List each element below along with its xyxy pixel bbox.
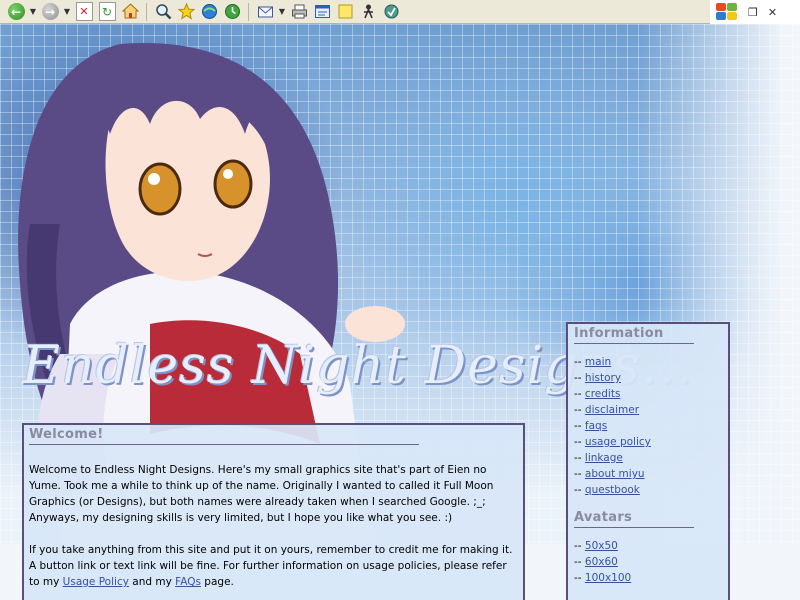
- nav-link-linkage[interactable]: linkage: [585, 452, 623, 464]
- refresh-icon: ↻: [98, 2, 116, 21]
- back-button[interactable]: ←: [6, 2, 26, 22]
- credit-text: page.: [200, 576, 234, 588]
- back-dropdown[interactable]: ▼: [29, 7, 37, 16]
- nav-link-about-miyu[interactable]: about miyu: [585, 468, 645, 480]
- nav-link-faqs[interactable]: faqs: [585, 420, 607, 432]
- avatars-heading: Avatars: [574, 510, 633, 525]
- discuss-button[interactable]: [335, 2, 355, 22]
- nav-link-disclaimer[interactable]: disclaimer: [585, 404, 639, 416]
- history-button[interactable]: [222, 2, 242, 22]
- media-button[interactable]: [199, 2, 219, 22]
- browser-toolbar: ← ▼ → ▼ ✕ ↻ ▼: [0, 0, 710, 24]
- media-icon: [201, 4, 217, 19]
- toolbar-separator: [146, 2, 147, 21]
- favorites-icon: [177, 3, 195, 20]
- nav-item: -- usage policy: [574, 436, 651, 448]
- welcome-content: Welcome to Endless Night Designs. Here's…: [24, 445, 523, 590]
- edit-button[interactable]: [312, 2, 332, 22]
- information-heading: Information: [574, 326, 664, 341]
- messenger-button[interactable]: [358, 2, 378, 22]
- print-button[interactable]: [289, 2, 309, 22]
- history-icon: [224, 4, 240, 19]
- nav-item: -- faqs: [574, 420, 608, 432]
- favorites-button[interactable]: [176, 2, 196, 22]
- home-icon: [121, 3, 139, 19]
- web-page: Endless Night Designs... Welcome! Welcom…: [0, 24, 800, 600]
- avatars-list: -- 50x50 -- 60x60 -- 100x100: [574, 538, 728, 586]
- stop-button[interactable]: ✕: [74, 2, 94, 22]
- avatar-link-50x50[interactable]: 50x50: [585, 540, 618, 552]
- faqs-link[interactable]: FAQs: [175, 576, 201, 588]
- nav-item: -- questbook: [574, 484, 640, 496]
- nav-item: -- credits: [574, 388, 621, 400]
- nav-link-main[interactable]: main: [585, 356, 611, 368]
- information-sidebar: Information -- main -- history -- credit…: [566, 322, 730, 600]
- nav-link-usage-policy[interactable]: usage policy: [585, 436, 651, 448]
- avatar-link-100x100[interactable]: 100x100: [585, 572, 631, 584]
- nav-item: -- 100x100: [574, 572, 632, 584]
- refresh-button[interactable]: ↻: [97, 2, 117, 22]
- print-icon: [291, 4, 307, 19]
- search-button[interactable]: [153, 2, 173, 22]
- windows-logo-icon: [716, 3, 738, 21]
- stop-icon: ✕: [75, 2, 93, 21]
- nav-link-credits[interactable]: credits: [585, 388, 621, 400]
- window-controls: ❐ ✕: [710, 0, 800, 24]
- welcome-paragraph: Welcome to Endless Night Designs. Here's…: [29, 464, 494, 524]
- nav-item: -- main: [574, 356, 612, 368]
- forward-icon: →: [41, 3, 59, 20]
- mail-button[interactable]: [255, 2, 275, 22]
- nav-item: -- disclaimer: [574, 404, 640, 416]
- toolbar-separator: [248, 2, 249, 21]
- welcome-heading: Welcome!: [29, 427, 104, 442]
- forward-button[interactable]: →: [40, 2, 60, 22]
- discuss-icon: [338, 4, 352, 19]
- nav-link-questbook[interactable]: questbook: [585, 484, 640, 496]
- mail-dropdown[interactable]: ▼: [278, 7, 286, 16]
- extra-icon: [384, 4, 398, 19]
- forward-dropdown[interactable]: ▼: [63, 7, 71, 16]
- nav-item: -- 50x50: [574, 540, 618, 552]
- avatar-link-60x60[interactable]: 60x60: [585, 556, 618, 568]
- credit-text: and my: [128, 576, 176, 588]
- heading-rule: [574, 343, 694, 344]
- nav-item: -- about miyu: [574, 468, 645, 480]
- edit-icon: [314, 5, 330, 18]
- messenger-icon: [363, 4, 373, 19]
- heading-rule: [574, 527, 694, 528]
- nav-link-history[interactable]: history: [585, 372, 621, 384]
- search-icon: [155, 4, 171, 20]
- nav-item: -- linkage: [574, 452, 623, 464]
- restore-icon[interactable]: ❐: [748, 6, 758, 19]
- back-icon: ←: [7, 3, 25, 20]
- nav-item: -- 60x60: [574, 556, 618, 568]
- welcome-box: Welcome! Welcome to Endless Night Design…: [22, 423, 525, 600]
- nav-list: -- main -- history -- credits -- disclai…: [574, 354, 728, 498]
- information-section: Information -- main -- history -- credit…: [568, 324, 728, 586]
- nav-item: -- history: [574, 372, 622, 384]
- close-icon[interactable]: ✕: [768, 6, 777, 19]
- usage-policy-link[interactable]: Usage Policy: [63, 576, 129, 588]
- extra-button[interactable]: [381, 2, 401, 22]
- credit-paragraph: If you take anything from this site and …: [29, 542, 517, 590]
- mail-icon: [257, 6, 273, 18]
- home-button[interactable]: [120, 2, 140, 22]
